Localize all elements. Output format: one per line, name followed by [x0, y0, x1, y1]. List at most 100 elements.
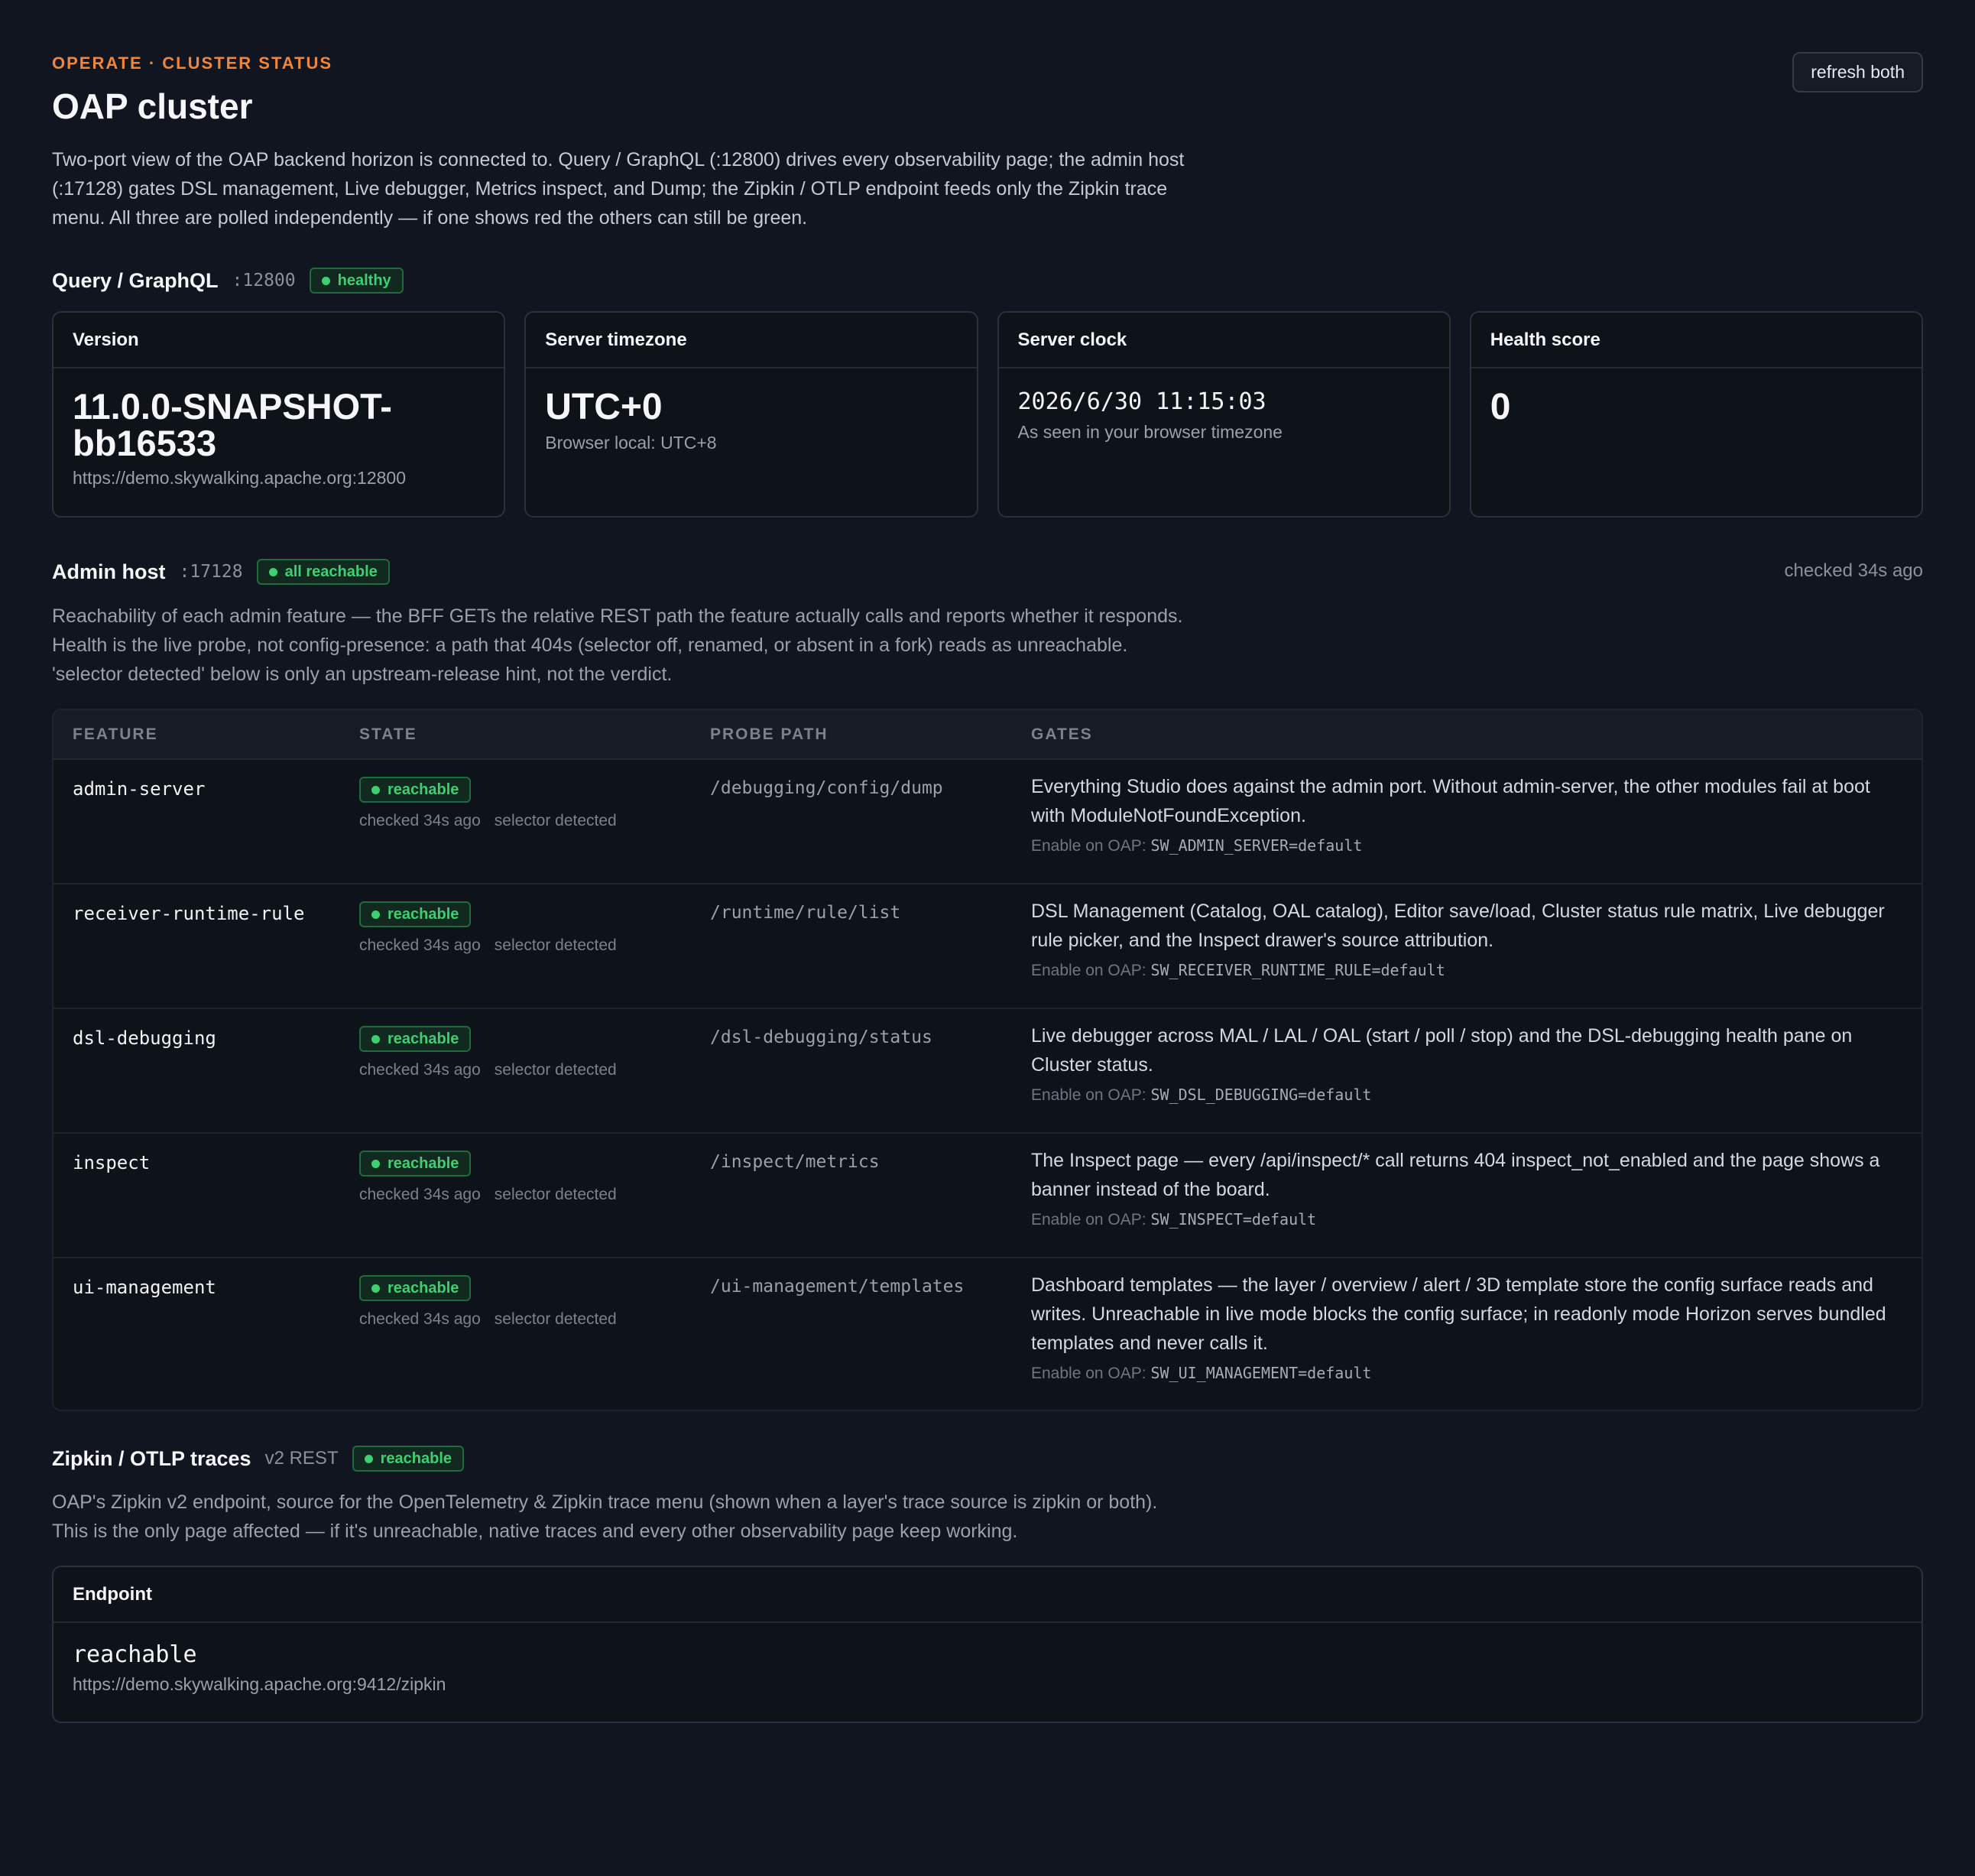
- cluster-status-page: OPERATE · CLUSTER STATUS OAP cluster ref…: [0, 0, 1975, 1876]
- table-row: admin-server reachable checked 34s ago sele…: [54, 760, 1921, 884]
- zipkin-section-title: Zipkin / OTLP traces: [52, 1446, 251, 1470]
- feature-name: admin-server: [73, 778, 206, 800]
- column-header: STATE: [359, 725, 417, 743]
- status-dot-icon: [371, 910, 380, 919]
- feature-state: reachable checked 34s ago selector detecte…: [359, 1026, 617, 1079]
- version-url: https://demo.skywalking.apache.org:12800: [73, 468, 406, 488]
- probe-path: /ui-management/templates: [710, 1277, 965, 1297]
- endpoint-url: https://demo.skywalking.apache.org:9412/…: [73, 1674, 446, 1694]
- page-intro: Two-port view of the OAP backend horizon…: [52, 149, 1185, 229]
- breadcrumb: OPERATE · CLUSTER STATUS: [52, 54, 332, 73]
- query-section-header: Query / GraphQL :12800 healthy: [52, 268, 404, 294]
- query-port: :12800: [232, 271, 296, 290]
- feature-name: dsl-debugging: [73, 1027, 216, 1049]
- admin-checked-time: checked 34s ago: [1784, 560, 1923, 581]
- enable-hint: Enable on OAP: SW_UI_MANAGEMENT=default: [1031, 1364, 1902, 1383]
- gates-cell: The Inspect page — every /api/inspect/* …: [1031, 1146, 1902, 1229]
- browser-timezone: Browser local: UTC+8: [545, 433, 717, 453]
- table-row: dsl-debugging reachable checked 34s ago sel…: [54, 1009, 1921, 1134]
- admin-port: :17128: [179, 562, 243, 582]
- status-dot-icon: [364, 1454, 373, 1463]
- refresh-both-button[interactable]: refresh both: [1792, 52, 1923, 93]
- checked-time: checked 34s ago: [359, 1186, 481, 1203]
- status-badge-label: all reachable: [284, 563, 378, 580]
- server-clock-note: As seen in your browser timezone: [1017, 422, 1283, 442]
- column-header: FEATURE: [73, 725, 158, 743]
- timezone-card: Server timezone UTC+0 Browser local: UTC…: [524, 311, 978, 518]
- endpoint-card: Endpoint reachable https://demo.skywalki…: [52, 1566, 1923, 1723]
- status-badge: reachable: [359, 777, 472, 803]
- status-dot-icon: [371, 1159, 380, 1168]
- zipkin-version: v2 REST: [264, 1448, 339, 1469]
- enable-hint: Enable on OAP: SW_DSL_DEBUGGING=default: [1031, 1086, 1902, 1105]
- gates-description: Everything Studio does against the admin…: [1031, 776, 1870, 826]
- health-score-card: Health score 0: [1469, 311, 1923, 518]
- endpoint-status: reachable: [73, 1641, 197, 1668]
- env-variable: SW_ADMIN_SERVER=default: [1150, 836, 1363, 855]
- status-badge-label: reachable: [388, 781, 459, 798]
- feature-state: reachable checked 34s ago selector detecte…: [359, 1275, 617, 1329]
- feature-state: reachable checked 34s ago selector detecte…: [359, 901, 617, 955]
- env-variable: SW_INSPECT=default: [1150, 1210, 1317, 1228]
- status-dot-icon: [268, 567, 277, 576]
- gates-description: The Inspect page — every /api/inspect/* …: [1031, 1150, 1880, 1200]
- gates-cell: Everything Studio does against the admin…: [1031, 772, 1902, 855]
- gates-cell: Dashboard templates — the layer / overvi…: [1031, 1271, 1902, 1383]
- table-body: admin-server reachable checked 34s ago sele…: [54, 760, 1921, 1410]
- enable-hint: Enable on OAP: SW_INSPECT=default: [1031, 1210, 1902, 1229]
- gates-description: Dashboard templates — the layer / overvi…: [1031, 1274, 1886, 1354]
- selector-hint: selector detected: [494, 936, 617, 954]
- state-meta: checked 34s ago selector detected: [359, 1310, 617, 1329]
- env-variable: SW_RECEIVER_RUNTIME_RULE=default: [1150, 961, 1445, 979]
- gates-description: DSL Management (Catalog, OAL catalog), E…: [1031, 901, 1885, 951]
- enable-prefix: Enable on OAP:: [1031, 1365, 1146, 1382]
- status-badge: reachable: [359, 1275, 472, 1301]
- status-badge: healthy: [309, 268, 404, 294]
- checked-time: checked 34s ago: [359, 936, 481, 954]
- enable-prefix: Enable on OAP:: [1031, 837, 1146, 855]
- query-cards: Version 11.0.0-SNAPSHOT-bb16533 https://…: [52, 311, 1923, 518]
- card-title: Server timezone: [526, 313, 977, 368]
- column-header: GATES: [1031, 725, 1093, 743]
- checked-time: checked 34s ago: [359, 812, 481, 829]
- probe-path: /debugging/config/dump: [710, 778, 943, 798]
- status-badge-label: reachable: [388, 1279, 459, 1297]
- status-dot-icon: [321, 276, 330, 285]
- selector-hint: selector detected: [494, 1310, 617, 1328]
- state-meta: checked 34s ago selector detected: [359, 936, 617, 955]
- gates-cell: Live debugger across MAL / LAL / OAL (st…: [1031, 1021, 1902, 1105]
- status-dot-icon: [371, 1034, 380, 1043]
- server-clock-value: 2026/6/30 11:15:03: [1017, 388, 1266, 415]
- admin-description: Reachability of each admin feature — the…: [52, 605, 1183, 685]
- card-title: Endpoint: [54, 1567, 1921, 1623]
- feature-name: inspect: [73, 1152, 151, 1173]
- gates-description: Live debugger across MAL / LAL / OAL (st…: [1031, 1025, 1853, 1076]
- probe-path: /inspect/metrics: [710, 1152, 880, 1172]
- table-row: inspect reachable checked 34s ago selector …: [54, 1134, 1921, 1258]
- status-badge-label: reachable: [388, 905, 459, 923]
- query-section-title: Query / GraphQL: [52, 268, 219, 292]
- probe-path: /dsl-debugging/status: [710, 1027, 932, 1047]
- status-badge: all reachable: [256, 559, 390, 585]
- selector-hint: selector detected: [494, 1186, 617, 1203]
- enable-prefix: Enable on OAP:: [1031, 962, 1146, 979]
- server-clock-card: Server clock 2026/6/30 11:15:03 As seen …: [997, 311, 1451, 518]
- admin-section-header: Admin host :17128 all reachable: [52, 559, 390, 585]
- status-badge-label: reachable: [388, 1030, 459, 1047]
- feature-state: reachable checked 34s ago selector detecte…: [359, 1151, 617, 1204]
- enable-hint: Enable on OAP: SW_ADMIN_SERVER=default: [1031, 836, 1902, 855]
- column-header: PROBE PATH: [710, 725, 829, 743]
- feature-name: receiver-runtime-rule: [73, 903, 305, 924]
- env-variable: SW_UI_MANAGEMENT=default: [1150, 1364, 1372, 1382]
- enable-prefix: Enable on OAP:: [1031, 1086, 1146, 1104]
- status-badge: reachable: [352, 1446, 464, 1472]
- gates-cell: DSL Management (Catalog, OAL catalog), E…: [1031, 897, 1902, 980]
- card-title: Version: [54, 313, 504, 368]
- table-row: receiver-runtime-rule reachable checked 34…: [54, 884, 1921, 1009]
- zipkin-section-header: Zipkin / OTLP traces v2 REST reachable: [52, 1446, 464, 1472]
- selector-hint: selector detected: [494, 1061, 617, 1079]
- status-badge: reachable: [359, 1026, 472, 1052]
- state-meta: checked 34s ago selector detected: [359, 1061, 617, 1079]
- status-badge: reachable: [359, 901, 472, 927]
- status-badge-label: reachable: [380, 1449, 452, 1467]
